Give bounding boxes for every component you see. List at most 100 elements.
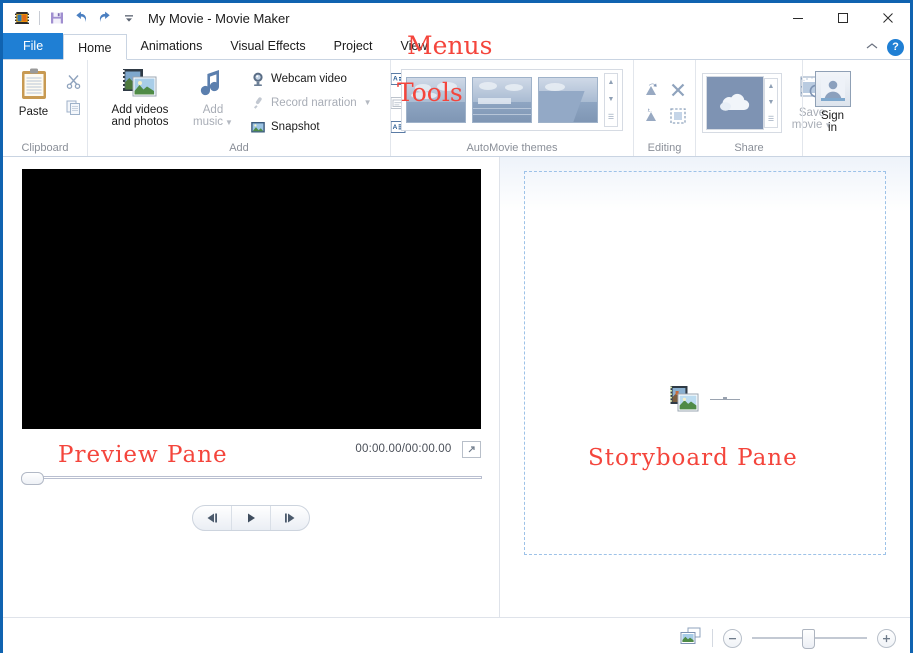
thumbnail-size-icon[interactable] [680, 627, 702, 650]
status-bar [3, 617, 910, 658]
themes-scrollbar[interactable]: ▲ ▼ ☰ [604, 73, 618, 127]
snapshot-icon [250, 119, 266, 135]
timecode-display: 00:00.00/00:00.00 [355, 443, 452, 455]
ribbon-group-editing: Editing [633, 60, 695, 156]
share-destinations-gallery: ▲ ▼ ☰ [702, 72, 782, 133]
share-scroll-up-icon[interactable]: ▲ [765, 79, 777, 95]
maximize-button[interactable] [820, 3, 865, 33]
share-more-icon[interactable]: ☰ [765, 111, 777, 127]
save-icon[interactable] [46, 7, 68, 29]
add-videos-and-photos-button[interactable]: Add videos and photos [100, 65, 180, 130]
add-media-icon [670, 385, 700, 413]
webcam-video-button[interactable]: Webcam video [246, 67, 376, 90]
storyboard-pane[interactable]: Storyboard Pane [500, 157, 910, 617]
editing-icons [639, 77, 691, 129]
zoom-out-button[interactable] [723, 628, 742, 648]
select-all-icon[interactable] [665, 103, 691, 129]
record-narration-label: Record narration [271, 96, 357, 109]
add-music-button[interactable]: Add music ▼ [184, 65, 242, 131]
theme-no-theme[interactable] [406, 77, 466, 123]
onedrive-thumbnail[interactable] [706, 75, 764, 130]
scroll-up-icon[interactable]: ▲ [605, 74, 617, 91]
storyboard-insert-line [710, 396, 740, 400]
ribbon-group-automovie-themes: ▲ ▼ ☰ AutoMovie themes [390, 60, 633, 156]
cut-icon [65, 73, 82, 90]
snapshot-button[interactable]: Snapshot [246, 115, 376, 138]
play-button[interactable] [232, 506, 271, 530]
music-note-icon [198, 67, 228, 101]
zoom-in-button[interactable] [877, 628, 896, 648]
user-account-icon [814, 71, 851, 107]
ribbon-controls: ? [865, 38, 904, 56]
webcam-icon [250, 71, 266, 87]
seek-bar-track [30, 476, 482, 479]
copy-button[interactable] [63, 95, 84, 120]
share-scrollbar[interactable]: ▲ ▼ ☰ [764, 77, 778, 128]
ribbon-group-signin: Sign in [802, 60, 862, 156]
tab-animations[interactable]: Animations [127, 33, 217, 59]
storyboard-placeholder [670, 385, 740, 413]
main-area: 00:00.00/00:00.00 Preview Pane Storyboar… [3, 157, 910, 617]
theme-cinematic[interactable] [538, 77, 598, 123]
video-preview-surface[interactable] [21, 169, 481, 429]
tab-project[interactable]: Project [320, 33, 387, 59]
tab-file[interactable]: File [3, 33, 64, 59]
clipboard-group-label: Clipboard [21, 142, 69, 154]
share-scroll-down-icon[interactable]: ▼ [765, 95, 777, 111]
quick-access-toolbar [3, 3, 140, 33]
cut-button[interactable] [63, 69, 84, 94]
title-bar: My Movie - Movie Maker [3, 3, 910, 33]
sign-in-button[interactable]: Sign in [806, 69, 860, 136]
zoom-slider[interactable] [752, 629, 867, 649]
customize-qat-icon[interactable] [118, 7, 140, 29]
next-frame-button[interactable] [271, 506, 309, 530]
film-strip-icon[interactable] [11, 7, 33, 29]
previous-frame-button[interactable] [193, 506, 232, 530]
minimize-button[interactable] [775, 3, 820, 33]
theme-contemporary[interactable] [472, 77, 532, 123]
close-button[interactable] [865, 3, 910, 33]
rotate-left-icon[interactable] [639, 77, 665, 103]
preview-info-bar: 00:00.00/00:00.00 [22, 429, 481, 469]
paste-button[interactable]: Paste [7, 65, 61, 120]
statusbar-separator [712, 629, 713, 647]
tab-visual-effects[interactable]: Visual Effects [216, 33, 319, 59]
ribbon: Paste Clipboard Add videos and photos Ad… [3, 60, 910, 157]
share-group-label: Share [734, 142, 764, 154]
add-videos-photos-icon [121, 67, 159, 101]
preview-pane: 00:00.00/00:00.00 Preview Pane [3, 157, 500, 617]
add-videos-label-2: and photos [111, 116, 169, 128]
copy-icon [65, 99, 82, 116]
scroll-down-icon[interactable]: ▼ [605, 91, 617, 108]
editing-group-label: Editing [647, 142, 682, 154]
expand-fullscreen-button[interactable] [461, 440, 481, 458]
paste-label: Paste [18, 106, 49, 118]
add-group-label: Add [229, 142, 249, 154]
automovie-themes-gallery: ▲ ▼ ☰ [401, 69, 623, 131]
snapshot-label: Snapshot [271, 120, 320, 133]
tab-home[interactable]: Home [63, 34, 127, 60]
add-music-label-1: Add [202, 104, 224, 116]
remove-icon[interactable] [665, 77, 691, 103]
movie-maker-window: My Movie - Movie Maker File Home Animati… [0, 0, 913, 658]
undo-icon[interactable] [70, 7, 92, 29]
microphone-icon [250, 95, 266, 111]
storyboard-drop-zone[interactable] [524, 171, 886, 555]
record-narration-button[interactable]: Record narration ▼ [246, 91, 376, 114]
zoom-slider-handle[interactable] [802, 629, 815, 649]
tab-view[interactable]: View [387, 33, 442, 59]
webcam-video-label: Webcam video [271, 72, 347, 85]
add-videos-label-1: Add videos [111, 104, 169, 116]
rotate-right-icon[interactable] [639, 103, 665, 129]
help-button[interactable]: ? [887, 38, 904, 56]
paste-icon [17, 67, 51, 103]
more-themes-icon[interactable]: ☰ [605, 109, 617, 126]
automovie-group-label: AutoMovie themes [466, 142, 558, 154]
redo-icon[interactable] [94, 7, 116, 29]
seek-bar[interactable] [20, 471, 482, 485]
window-title: My Movie - Movie Maker [148, 10, 290, 26]
sign-in-label-1: Sign [820, 110, 845, 122]
qat-separator [39, 11, 40, 25]
seek-bar-handle[interactable] [20, 472, 44, 485]
chevron-up-icon[interactable] [865, 38, 879, 56]
